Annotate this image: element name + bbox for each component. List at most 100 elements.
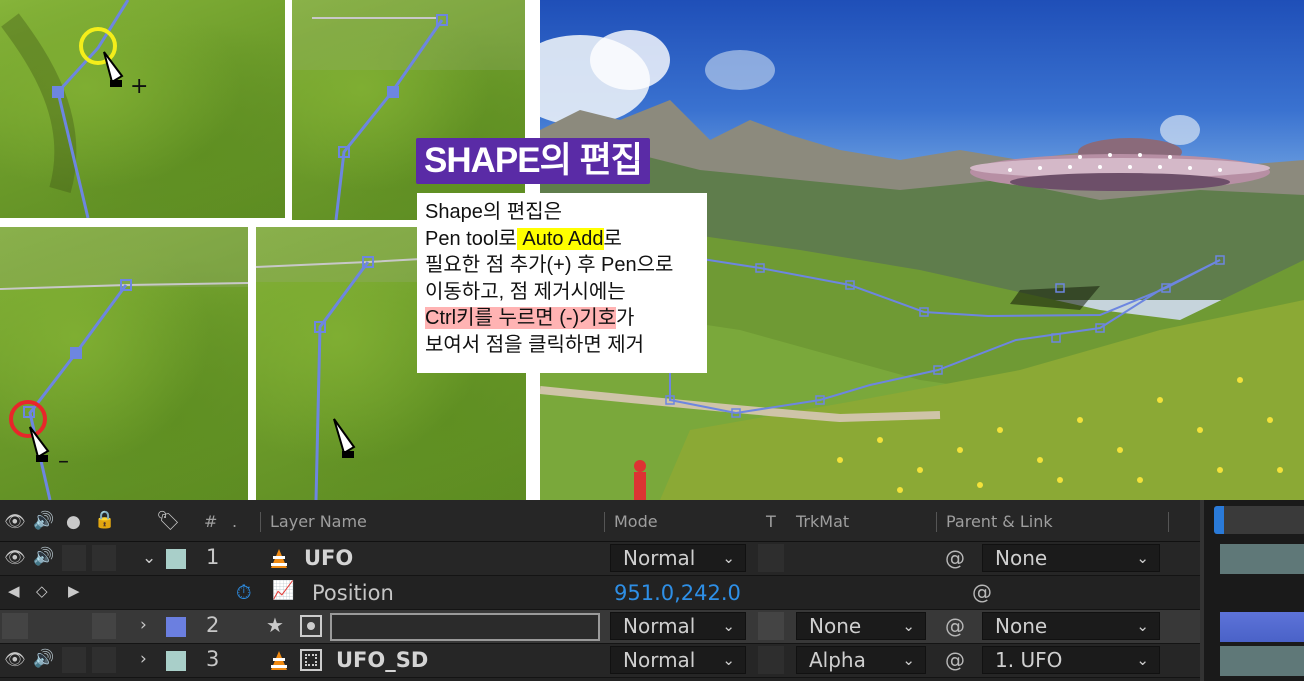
mode-dropdown[interactable]: Normal ⌄ [610,544,746,572]
timeline-panel: 👁 🔊 ● 🔒 🏷 # . Layer Name Mode T TrkMat P… [0,500,1304,681]
mode-dropdown[interactable]: Normal ⌄ [610,646,746,674]
col-dot: . [232,512,238,531]
layer-row-2[interactable]: › 2 ★ Normal ⌄ None ⌄ @ None ⌄ [0,610,1200,644]
eye-icon[interactable]: 👁 [4,650,26,670]
chevron-down-icon: ⌄ [722,549,735,567]
layer-number: 2 [206,613,220,637]
shape-mask-icon [300,615,322,637]
chevron-down-icon: ⌄ [722,617,735,635]
col-layer-name[interactable]: Layer Name [270,512,367,531]
star-icon: ★ [266,613,284,637]
path-overlay [1,0,130,218]
info-line: Pen tool로 Auto Add로 [425,227,622,250]
label-tag-icon[interactable]: 🏷 [156,509,180,532]
property-name: Position [312,581,394,605]
stopwatch-icon[interactable]: ⏱ [236,580,252,604]
col-t[interactable]: T [766,512,776,531]
eye-icon[interactable]: 👁 [4,548,26,568]
pickwhip-icon[interactable]: @ [945,648,965,672]
chevron-down-icon: ⌄ [722,651,735,669]
chevron-down-icon: ⌄ [1136,617,1149,635]
timeline-header: 👁 🔊 ● 🔒 🏷 # . Layer Name Mode T TrkMat P… [0,500,1200,542]
layer-bar-1[interactable] [1220,544,1304,574]
solo-icon[interactable]: ● [66,512,81,532]
path-vertex[interactable] [52,86,64,98]
precomp-icon [300,649,322,671]
trkmat-toggle[interactable] [758,544,784,572]
highlight-auto-add: Auto Add [516,227,604,250]
graph-icon[interactable]: 📈 [272,580,294,601]
layer-row-1[interactable]: 👁 🔊 ⌄ 1 UFO Normal ⌄ @ None ⌄ [0,542,1200,576]
info-line: 필요한 점 추가(+) 후 Pen으로 [425,254,674,276]
audio-icon[interactable]: 🔊 [33,547,54,567]
pickwhip-icon[interactable]: @ [972,580,992,604]
navigator-handle[interactable] [1214,506,1224,534]
lock-toggle[interactable] [92,647,116,673]
trkmat-toggle[interactable] [758,612,784,640]
remove-symbol: – [58,449,69,474]
path-overlay [292,0,525,220]
zoom-panel-remove-point: – [0,227,248,500]
col-parent-link[interactable]: Parent & Link [946,512,1053,531]
chevron-down-icon[interactable]: ⌄ [142,548,156,568]
pickwhip-icon[interactable]: @ [945,614,965,638]
add-symbol: + [130,74,149,99]
eye-icon[interactable]: 👁 [4,512,26,532]
label-swatch[interactable] [166,651,186,671]
label-swatch[interactable] [166,549,186,569]
layer-number: 3 [206,647,220,671]
layer-number: 1 [206,545,220,569]
info-line: 보여서 점을 클릭하면 제거 [425,333,645,356]
label-swatch[interactable] [166,617,186,637]
trkmat-dropdown[interactable]: None ⌄ [796,612,926,640]
parent-dropdown[interactable]: None ⌄ [982,544,1160,572]
zoom-panel-after-add [292,0,525,220]
col-trkmat[interactable]: TrkMat [796,512,849,531]
solo-toggle[interactable] [62,545,86,571]
timeline-track-area[interactable] [1200,500,1304,681]
info-line: Ctrl키를 누르면 (-)기호가 [425,307,635,329]
pen-cursor-icon [333,418,356,455]
composition-viewer[interactable]: + – SHAPE의 편집 Shape의 편집은 Pen tool로 Auto … [0,0,1304,500]
chevron-down-icon: ⌄ [902,651,915,669]
property-row-position[interactable]: ◀ ◇ ▶ ⏱ 📈 Position 951.0,242.0 @ [0,576,1200,610]
lock-icon[interactable]: 🔒 [94,510,115,530]
highlight-ctrl: Ctrl키를 누르면 (-)기호 [425,307,616,329]
time-navigator[interactable] [1214,506,1304,534]
mode-dropdown[interactable]: Normal ⌄ [610,612,746,640]
lock-toggle[interactable] [92,613,116,639]
path-overlay [0,227,248,500]
parent-dropdown[interactable]: None ⌄ [982,612,1160,640]
prev-keyframe-icon[interactable]: ◀ [8,582,20,600]
lock-toggle[interactable] [92,545,116,571]
layer-name[interactable]: UFO_SD [336,648,428,672]
ufo-graphic [970,138,1270,191]
layer-bar-3[interactable] [1220,646,1304,676]
parent-dropdown[interactable]: 1. UFO ⌄ [982,646,1160,674]
chevron-right-icon[interactable]: › [140,649,147,669]
info-line: Shape의 편집은 [425,201,562,223]
position-value[interactable]: 951.0,242.0 [614,581,741,605]
audio-icon[interactable]: 🔊 [33,649,54,669]
cone-icon [268,650,290,672]
layer-bar-2[interactable] [1220,612,1304,642]
solo-toggle[interactable] [62,647,86,673]
pickwhip-icon[interactable]: @ [945,546,965,570]
col-hash: # [204,512,218,531]
chevron-right-icon[interactable]: › [140,615,147,635]
col-mode[interactable]: Mode [614,512,658,531]
chevron-down-icon: ⌄ [902,617,915,635]
info-line: 이동하고, 점 제거시에는 [425,280,626,303]
audio-icon[interactable]: 🔊 [33,511,54,531]
add-keyframe-icon[interactable]: ◇ [36,582,48,600]
zoom-panel-add-point: + [0,0,285,218]
chevron-down-icon: ⌄ [1136,549,1149,567]
cone-icon [268,548,290,570]
layer-name-input[interactable] [330,613,600,641]
layer-row-3[interactable]: 👁 🔊 › 3 UFO_SD Normal ⌄ Alpha ⌄ @ 1. UFO ⌄ [0,644,1200,678]
eye-toggle[interactable] [2,613,28,639]
next-keyframe-icon[interactable]: ▶ [68,582,80,600]
trkmat-dropdown[interactable]: Alpha ⌄ [796,646,926,674]
trkmat-toggle[interactable] [758,646,784,674]
layer-name[interactable]: UFO [304,546,353,570]
